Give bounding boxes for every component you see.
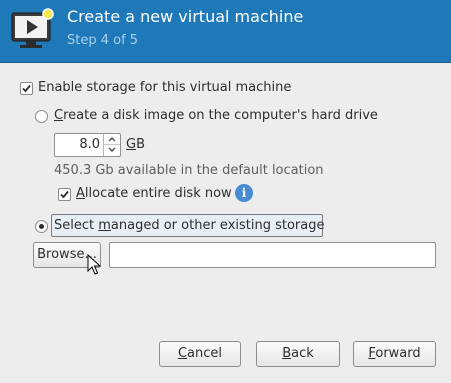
forward-button[interactable]: Forward [353, 341, 436, 367]
select-existing-radio[interactable] [35, 220, 48, 233]
disk-size-spinbutton[interactable]: 8.0 [54, 133, 121, 157]
create-disk-radio[interactable] [35, 110, 48, 123]
select-existing-label[interactable]: Select managed or other existing storage [54, 218, 325, 233]
disk-size-value: 8.0 [79, 137, 100, 152]
cancel-button[interactable]: Cancel [159, 341, 241, 367]
allocate-disk-label[interactable]: Allocate entire disk now [76, 186, 232, 201]
spin-down-button[interactable] [104, 145, 120, 156]
mouse-cursor-icon [87, 254, 101, 275]
create-disk-label[interactable]: Create a disk image on the computer's ha… [54, 108, 378, 123]
checkmark-icon [22, 84, 31, 93]
enable-storage-checkbox[interactable] [20, 82, 33, 95]
back-button[interactable]: Back [256, 341, 340, 367]
page-title: Create a new virtual machine [67, 7, 304, 26]
info-icon[interactable]: i [235, 184, 253, 202]
storage-path-input[interactable] [109, 242, 436, 268]
allocate-disk-checkbox[interactable] [58, 188, 71, 201]
checkmark-icon [60, 190, 69, 199]
wizard-header: Create a new virtual machine Step 4 of 5 [0, 0, 451, 63]
chevron-up-icon [108, 137, 116, 142]
enable-storage-label[interactable]: Enable storage for this virtual machine [38, 80, 291, 95]
available-space-text: 450.3 Gb available in the default locati… [54, 163, 324, 178]
step-indicator: Step 4 of 5 [67, 33, 139, 48]
vm-monitor-icon [11, 8, 54, 48]
disk-size-unit: GB [126, 137, 145, 152]
spin-up-button[interactable] [104, 134, 120, 145]
chevron-down-icon [108, 147, 116, 152]
